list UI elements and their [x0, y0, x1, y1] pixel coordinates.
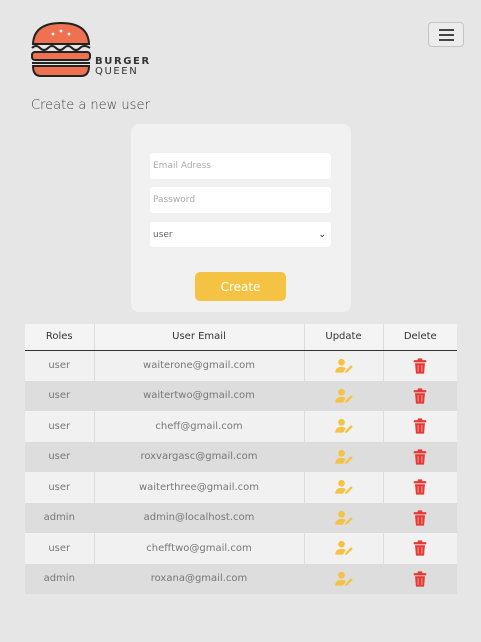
cell-delete [382, 411, 457, 442]
cell-update [303, 563, 383, 594]
cell-delete [382, 563, 457, 594]
user-edit-icon[interactable] [334, 448, 354, 466]
create-user-title: Create a new user [31, 98, 150, 113]
cell-email: roxvargasc@gmail.com [93, 441, 304, 472]
table-header-row: Roles User Email Update Delete [25, 324, 457, 351]
header-update: Update [303, 324, 383, 351]
burger-queen-logo[interactable]: BURGER QUEEN [28, 20, 153, 80]
table-row: user roxvargasc@gmail.com [25, 441, 457, 472]
cell-update [303, 441, 383, 472]
cell-email: waiterone@gmail.com [93, 350, 304, 381]
cell-delete [382, 380, 457, 411]
password-input[interactable] [150, 187, 331, 213]
cell-delete [382, 502, 457, 533]
users-table: Roles User Email Update Delete user wait… [25, 324, 457, 594]
cell-delete [382, 441, 457, 472]
user-edit-icon[interactable] [334, 417, 354, 435]
user-edit-icon[interactable] [334, 387, 354, 405]
table-row: user waitertwo@gmail.com [25, 380, 457, 411]
cell-role: user [25, 533, 94, 564]
cell-update [303, 350, 383, 381]
trash-icon[interactable] [410, 387, 430, 405]
hamburger-menu-button[interactable] [428, 22, 464, 47]
user-edit-icon[interactable] [334, 539, 354, 557]
cell-delete [382, 472, 457, 503]
cell-update [303, 502, 383, 533]
create-button[interactable]: Create [195, 272, 286, 301]
menu-bar-bottom [439, 39, 454, 41]
trash-icon[interactable] [410, 509, 430, 527]
trash-icon[interactable] [410, 357, 430, 375]
trash-icon[interactable] [410, 448, 430, 466]
cell-role: user [25, 472, 94, 503]
trash-icon[interactable] [410, 417, 430, 435]
cell-role: user [25, 411, 94, 442]
trash-icon[interactable] [410, 570, 430, 588]
table-body: user waiterone@gmail.com user waitertwo@… [25, 350, 457, 594]
trash-icon[interactable] [410, 478, 430, 496]
table-row: admin admin@localhost.com [25, 502, 457, 533]
brand-name-line2: QUEEN [95, 66, 139, 77]
cell-role: user [25, 441, 94, 472]
trash-icon[interactable] [410, 539, 430, 557]
cell-update [303, 411, 383, 442]
role-select-value: user [153, 229, 173, 240]
email-input[interactable] [150, 153, 331, 179]
table-row: user chefftwo@gmail.com [25, 533, 457, 564]
cell-email: admin@localhost.com [93, 502, 304, 533]
cell-email: cheff@gmail.com [93, 411, 304, 442]
cell-email: waitertwo@gmail.com [93, 380, 304, 411]
cell-email: waiterthree@gmail.com [93, 472, 304, 503]
table-row: admin roxana@gmail.com [25, 563, 457, 594]
chevron-down-icon: ⌄ [318, 229, 326, 240]
cell-email: chefftwo@gmail.com [93, 533, 304, 564]
user-edit-icon[interactable] [334, 478, 354, 496]
cell-delete [382, 350, 457, 381]
user-edit-icon[interactable] [334, 570, 354, 588]
user-edit-icon[interactable] [334, 509, 354, 527]
cell-update [303, 533, 383, 564]
cell-delete [382, 533, 457, 564]
header-roles: Roles [25, 324, 94, 351]
header-user-email: User Email [93, 324, 304, 351]
role-select[interactable]: user ⌄ [150, 222, 331, 247]
cell-role: user [25, 350, 94, 381]
cell-role: user [25, 380, 94, 411]
cell-role: admin [25, 502, 94, 533]
menu-bar-middle [439, 34, 454, 36]
page: BURGER QUEEN Create a new user user ⌄ Cr… [0, 0, 481, 642]
table-row: user waiterone@gmail.com [25, 350, 457, 381]
create-user-form: user ⌄ Create [131, 124, 351, 312]
table-row: user cheff@gmail.com [25, 411, 457, 442]
cell-update [303, 380, 383, 411]
burger-logo-icon [31, 21, 91, 77]
header-delete: Delete [382, 324, 457, 351]
table-row: user waiterthree@gmail.com [25, 472, 457, 503]
menu-bar-top [439, 29, 454, 31]
cell-update [303, 472, 383, 503]
cell-role: admin [25, 563, 94, 594]
user-edit-icon[interactable] [334, 357, 354, 375]
cell-email: roxana@gmail.com [93, 563, 304, 594]
